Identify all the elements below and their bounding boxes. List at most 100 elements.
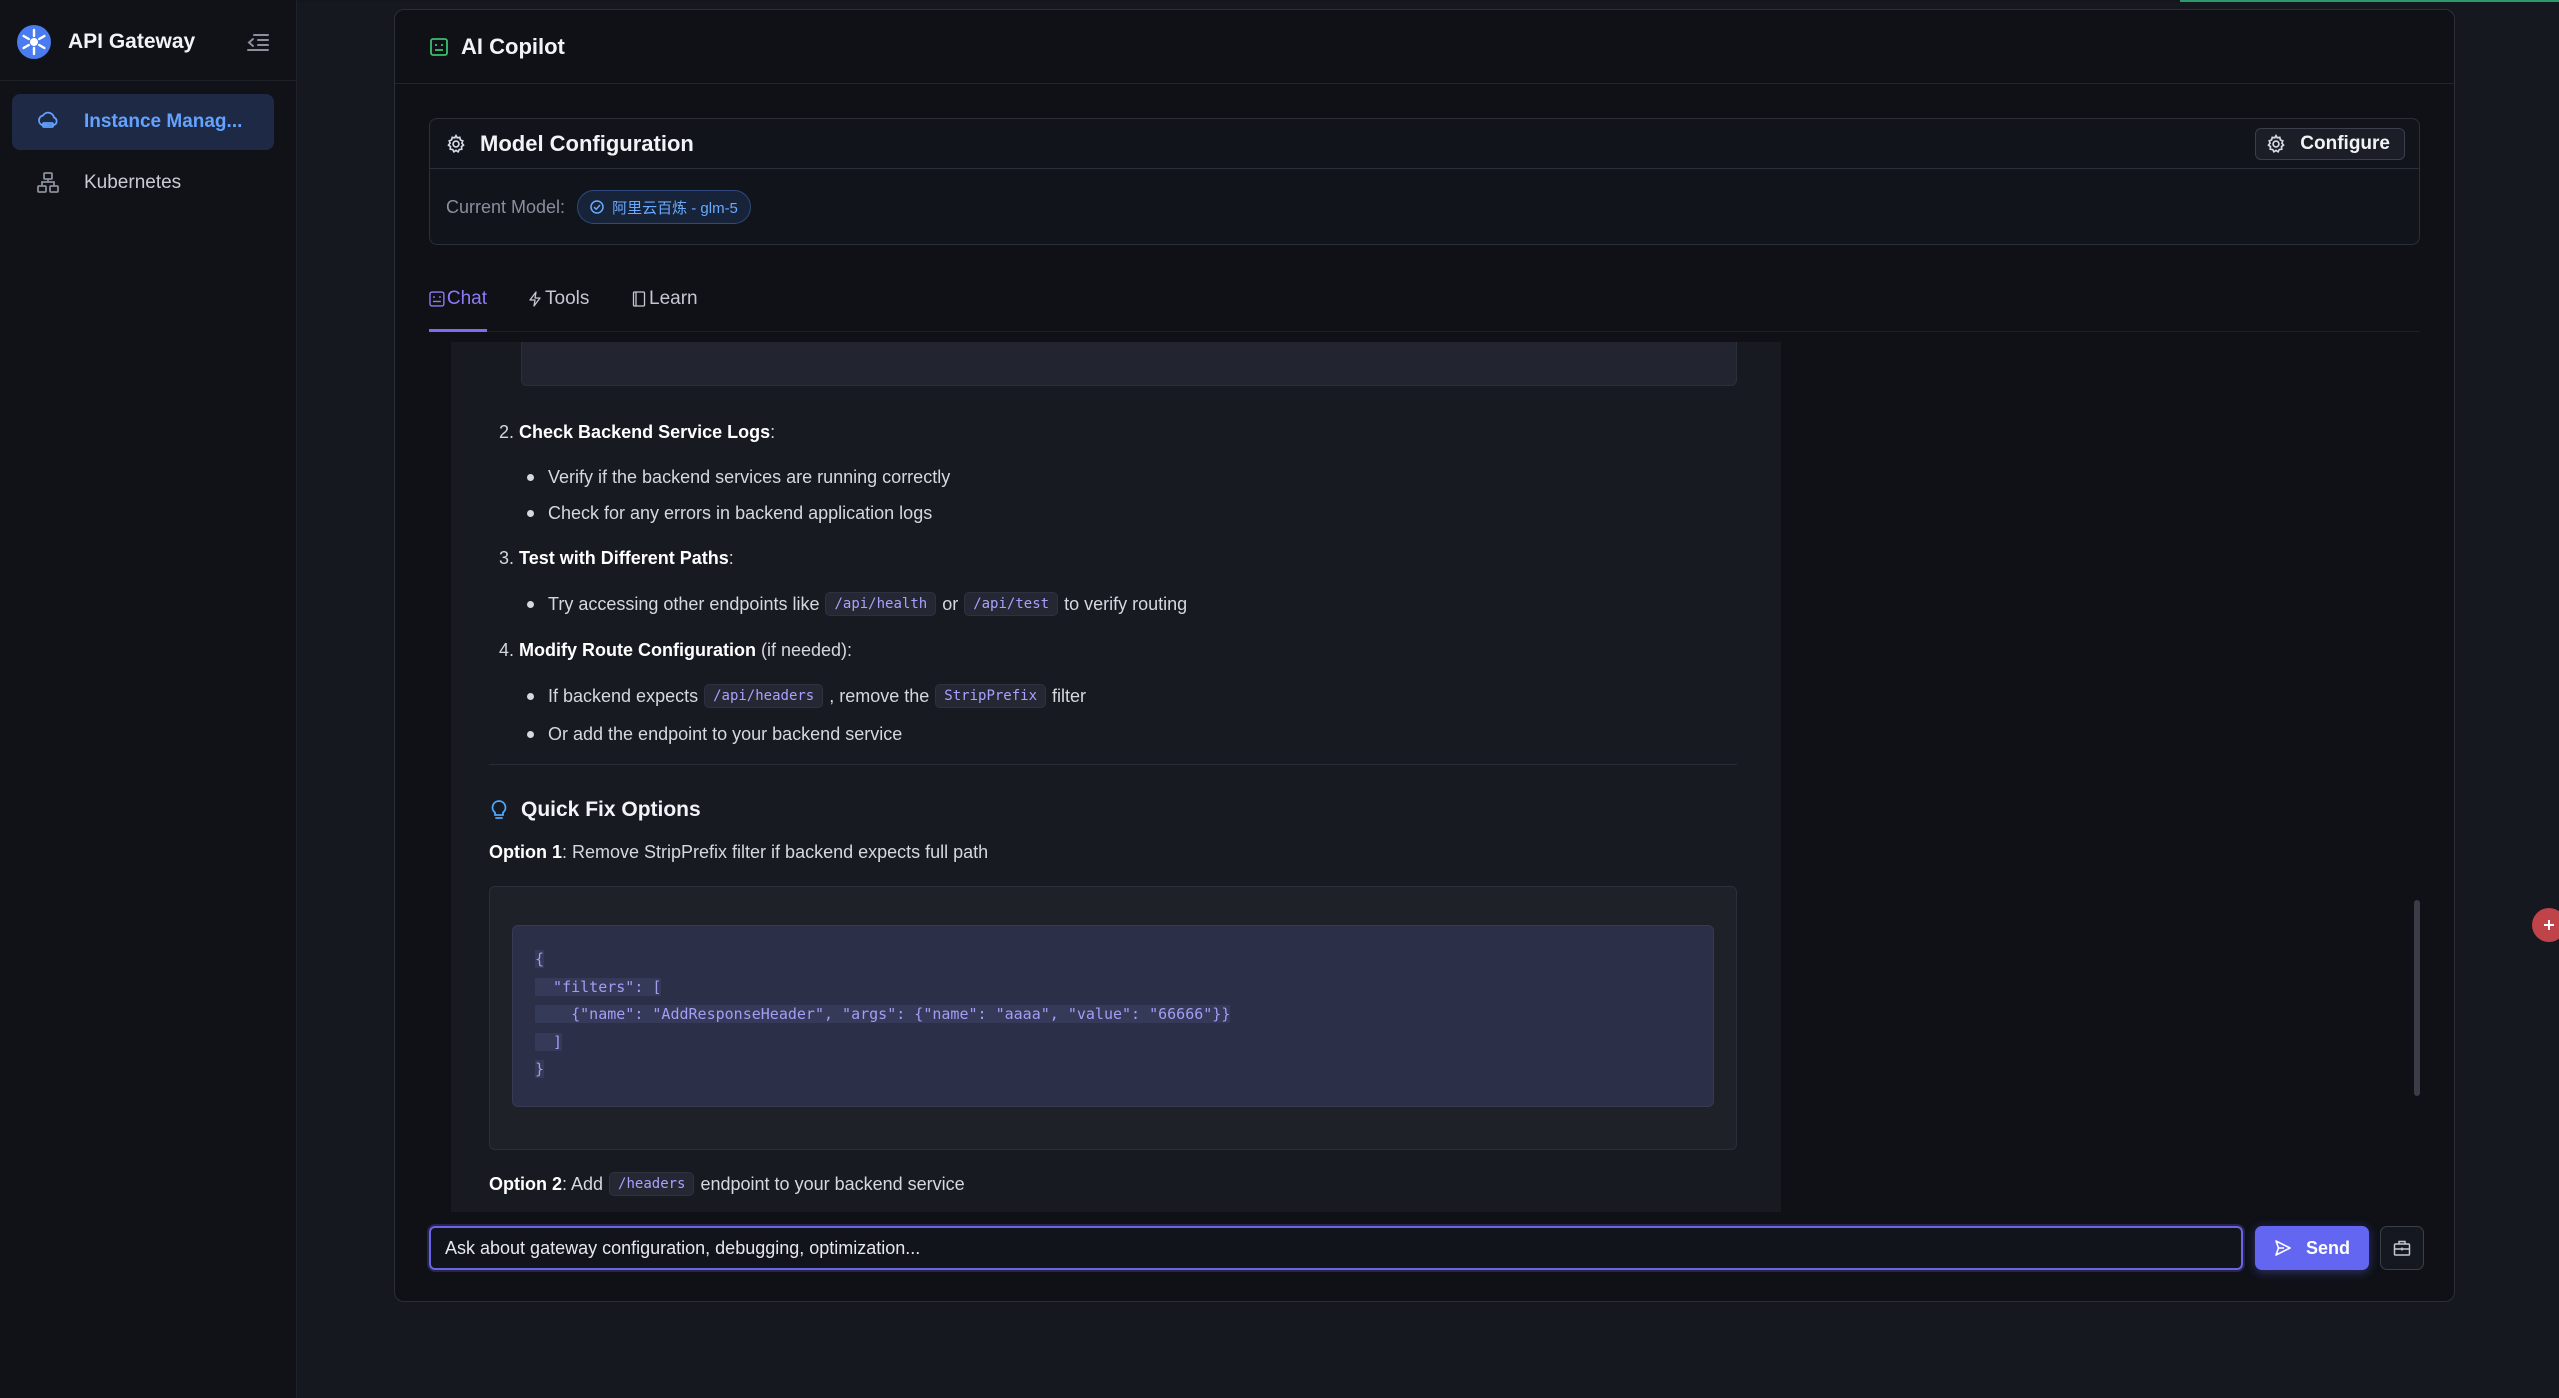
model-configuration-card: Model Configuration Configure Current Mo… [429,118,2420,245]
bullet-text: If backend expects [548,685,699,706]
toolbox-icon [2393,1240,2411,1256]
code-line: {"name": "AddResponseHeader", "args": {"… [535,1005,1231,1023]
gateway-logo-icon [17,25,51,59]
inline-code: /api/health [825,592,937,616]
bullet-text: or [942,593,959,614]
tab-learn[interactable]: Learn [631,266,701,332]
divider [489,764,1737,765]
list-number: 2. [499,422,515,442]
inline-code: StripPrefix [935,684,1047,708]
list-item: 4. Modify Route Configuration (if needed… [499,640,852,661]
book-icon [632,291,646,307]
option-text: : Add [562,1173,604,1194]
ai-copilot-panel: AI Copilot Model Configuration Configure [394,9,2455,1302]
chat-scrollbar[interactable] [2414,900,2420,1096]
cloud-server-icon [38,111,58,128]
quick-fix-heading: Quick Fix Options [489,798,701,822]
option-1: Option 1: Remove StripPrefix filter if b… [489,842,988,863]
tab-tools[interactable]: Tools [527,266,591,332]
step-title: Check Backend Service Logs [519,422,771,442]
list-item: Try accessing other endpoints like /api/… [527,592,1187,616]
model-card-body: Current Model: 阿里云百炼 - glm-5 [430,169,2419,245]
inline-code: /headers [609,1172,695,1196]
sidebar: API Gateway Instance Manag... Kubernetes [0,0,297,1398]
gear-icon [2267,134,2285,154]
configure-label: Configure [2300,133,2390,154]
sidebar-divider [0,80,296,81]
bullet-text: Or add the endpoint to your backend serv… [548,724,903,744]
collapse-sidebar-icon[interactable] [244,28,272,56]
code-line: { [535,950,545,968]
floating-assistant-icon[interactable] [2532,908,2559,942]
list-item: Or add the endpoint to your backend serv… [527,724,902,745]
step-suffix: (if needed): [756,640,853,660]
code-line: } [535,1060,545,1078]
robot-icon [429,291,445,307]
lightning-icon [529,291,541,307]
cluster-icon [37,172,59,193]
check-circle-icon [590,200,604,214]
option-label: Option 1 [489,842,562,862]
step-suffix: : [770,422,776,442]
plus-icon [2544,920,2554,930]
option-text: : Remove StripPrefix filter if backend e… [562,842,989,862]
option-2: Option 2: Add /headers endpoint to your … [489,1172,965,1196]
toolbox-button[interactable] [2380,1226,2424,1270]
lightbulb-icon [491,800,507,819]
code-content: { "filters": [ {"name": "AddResponseHead… [512,925,1714,1107]
panel-title: AI Copilot [461,33,565,59]
sidebar-item-label: Kubernetes [84,172,182,193]
current-model-badge: 阿里云百炼 - glm-5 [577,190,751,224]
assistant-message: 2. Check Backend Service Logs: Verify if… [451,342,1781,1212]
option-label: Option 2 [489,1173,562,1194]
code-block: { "filters": [ {"name": "AddResponseHead… [489,886,1737,1150]
top-accent-line [2180,0,2559,2]
chat-messages[interactable]: 2. Check Backend Service Logs: Verify if… [451,342,1781,1212]
chat-input[interactable] [429,1226,2243,1270]
list-item: Check for any errors in backend applicat… [527,503,932,524]
inline-code: /api/headers [704,684,824,708]
brand[interactable]: API Gateway [16,18,195,66]
bullet-text: Check for any errors in backend applicat… [548,503,933,523]
sidebar-item-label: Instance Manag... [84,111,243,132]
current-model-label: Current Model: [446,196,566,217]
tab-label: Chat [446,288,487,309]
robot-icon [430,37,448,56]
panel-header: AI Copilot [395,10,2454,84]
sidebar-item-instance-management[interactable]: Instance Manag... [12,94,274,150]
list-item: Verify if the backend services are runni… [527,467,950,488]
bullet-text: Verify if the backend services are runni… [548,467,951,487]
list-number: 4. [499,640,515,660]
gear-icon [447,133,465,153]
tab-bar: Chat Tools Learn [429,266,2420,332]
code-line: "filters": [ [535,977,662,996]
list-item: If backend expects /api/headers, remove … [527,684,1086,708]
sidebar-item-kubernetes[interactable]: Kubernetes [12,155,274,211]
step-title: Test with Different Paths [519,548,729,568]
code-line: ] [535,1032,563,1051]
tab-label: Learn [649,288,698,309]
option-text: endpoint to your backend service [700,1173,965,1194]
tab-label: Tools [545,288,590,309]
step-title: Modify Route Configuration [519,640,756,660]
bullet-text: to verify routing [1064,593,1188,614]
list-item: 2. Check Backend Service Logs: [499,422,775,443]
send-button[interactable]: Send [2255,1226,2369,1270]
app-title: API Gateway [68,30,196,53]
model-configuration-title: Model Configuration [480,130,694,156]
send-label: Send [2305,1237,2350,1258]
top-border [0,0,2559,2]
tab-chat[interactable]: Chat [429,266,487,332]
model-card-header: Model Configuration Configure [430,119,2419,169]
list-number: 3. [499,548,515,568]
bullet-text: filter [1052,685,1087,706]
inline-code: /api/test [964,592,1059,616]
quick-fix-title: Quick Fix Options [521,798,701,821]
current-model-value: 阿里云百炼 - glm-5 [612,199,738,217]
configure-button[interactable]: Configure [2255,128,2405,160]
step-suffix: : [728,548,734,568]
bullet-text: Try accessing other endpoints like [548,593,820,614]
list-item: 3. Test with Different Paths: [499,548,734,569]
code-block [521,342,1737,386]
send-icon [2275,1240,2291,1256]
